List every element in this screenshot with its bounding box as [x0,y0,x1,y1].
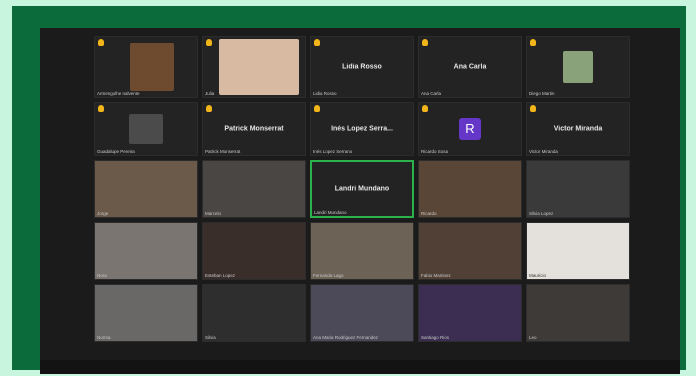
participant-tile[interactable]: Guadalupe Pereira [94,102,198,156]
participant-caption: Diego Martin [529,91,555,96]
participant-caption: Landri Mundano [314,210,347,215]
participant-caption: Victor Miranda [529,149,558,154]
participant-caption: Julia [205,91,215,96]
participant-caption: Silvia Lopez [529,211,554,216]
participant-caption: Ana Carla [421,91,442,96]
participant-tile[interactable]: Leo [526,284,630,342]
participant-tile[interactable]: R Ricardo Sosa [418,102,522,156]
participant-caption: Fernanda Lago [313,273,344,278]
participant-caption: Armengolhe nalvente [97,91,140,96]
participant-tile[interactable]: Marcelo [202,160,306,218]
participant-caption: Norma [97,335,111,340]
participant-caption: Guadalupe Pereira [97,149,135,154]
participant-name: Ana Carla [453,63,487,71]
participant-caption: Ana Maria Rodriguez Fernandez [313,335,379,340]
participant-caption: Lidia Rosso [313,91,337,96]
participant-caption: Ricardo Sosa [421,149,449,154]
raised-hand-icon [422,105,428,112]
participant-tile[interactable]: Armengolhe nalvente [94,36,198,98]
participant-tile[interactable]: Victor Miranda Victor Miranda [526,102,630,156]
participant-name: Lidia Rosso [342,63,382,71]
participant-tile[interactable]: Inés Lopez Serra... Inés Lopez Serrano [310,102,414,156]
raised-hand-icon [206,39,212,46]
participant-caption: Fabio Martinez [421,273,451,278]
participant-tile[interactable]: Ana Carla Ana Carla [418,36,522,98]
participant-tile[interactable]: Diego Martin [526,36,630,98]
participant-caption: Jorge [97,211,109,216]
meeting-toolbar[interactable] [40,360,680,374]
raised-hand-icon [530,105,536,112]
raised-hand-icon [314,105,320,112]
participant-tile[interactable]: Silvia Lopez [526,160,630,218]
raised-hand-icon [98,105,104,112]
participant-caption: Marcelo [205,211,222,216]
participant-tile[interactable]: Norma [94,284,198,342]
participant-tile[interactable]: Ana Maria Rodriguez Fernandez [310,284,414,342]
participant-tile[interactable]: Mauricio [526,222,630,280]
participant-tile[interactable]: Nora [94,222,198,280]
participant-tile[interactable]: Jorge [94,160,198,218]
participant-name: Inés Lopez Serra... [331,125,393,133]
participant-caption: Mauricio [529,273,547,278]
raised-hand-icon [530,39,536,46]
participant-caption: Nora [97,273,107,278]
participant-tile[interactable]: Patrick Monserrat Patrick Monserrat [202,102,306,156]
participant-video [219,39,300,95]
participant-name: Victor Miranda [553,125,603,133]
participant-caption: Esteban Lopez [205,273,236,278]
participant-caption: Silvia [205,335,216,340]
participant-tile[interactable]: Lidia Rosso Lidia Rosso [310,36,414,98]
participant-video [130,43,175,91]
participant-photo [563,51,593,83]
raised-hand-icon [422,39,428,46]
participant-tile[interactable]: Esteban Lopez [202,222,306,280]
participant-name: Patrick Monserrat [224,125,284,133]
raised-hand-icon [314,39,320,46]
participant-caption: Santiago Rios [421,335,450,340]
participant-caption: Patrick Monserrat [205,149,241,154]
participant-tile[interactable]: Ricardo [418,160,522,218]
photo-frame: Armengolhe nalvente Julia Lidia Rosso Li… [12,6,686,374]
participant-name: Landri Mundano [334,185,390,193]
raised-hand-icon [206,105,212,112]
raised-hand-icon [98,39,104,46]
participant-photo [129,114,163,144]
participant-caption: Inés Lopez Serrano [313,149,353,154]
participant-tile[interactable]: Silvia [202,284,306,342]
meeting-gallery-view: Armengolhe nalvente Julia Lidia Rosso Li… [40,28,680,374]
participant-tile[interactable]: Fabio Martinez [418,222,522,280]
participant-tile[interactable]: Fernanda Lago [310,222,414,280]
participant-caption: Ricardo [421,211,437,216]
avatar: R [459,118,481,140]
participant-tile-active-speaker[interactable]: Landri Mundano Landri Mundano [310,160,414,218]
participant-caption: Leo [529,335,537,340]
participant-tile[interactable]: Santiago Rios [418,284,522,342]
participant-tile[interactable]: Julia [202,36,306,98]
